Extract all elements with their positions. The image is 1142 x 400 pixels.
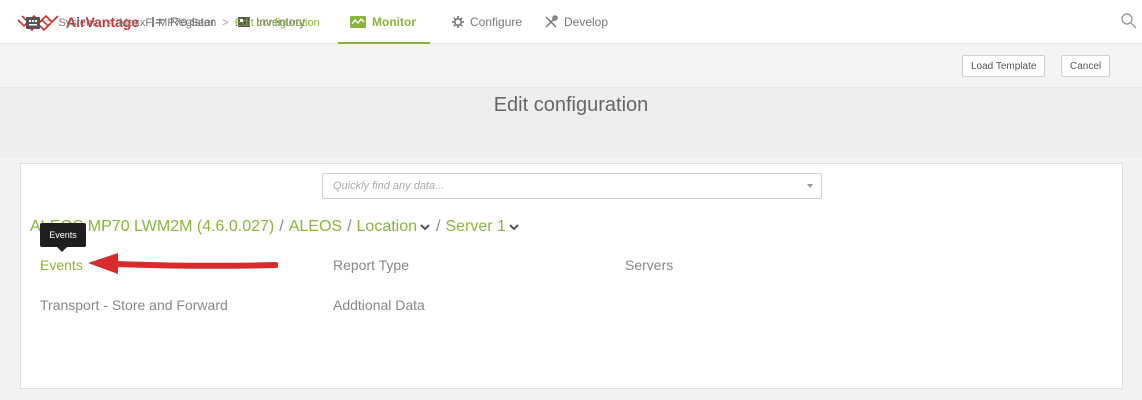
home-icon[interactable] — [26, 17, 40, 29]
list-item-servers[interactable]: Servers — [625, 257, 673, 273]
list-item-transport[interactable]: Transport - Store and Forward — [40, 297, 228, 313]
search-placeholder: Quickly find any data... — [333, 180, 445, 192]
path-location-label: Location — [356, 218, 418, 235]
path-server-label: Server 1 — [445, 218, 506, 235]
breadcrumb-separator: > — [222, 17, 229, 29]
path-server[interactable]: Server 1 — [445, 218, 519, 236]
page-title: Edit configuration — [493, 94, 649, 116]
load-template-button[interactable]: Load Template — [962, 55, 1046, 77]
nav-develop-label: Develop — [564, 15, 609, 29]
list-item-additional-data[interactable]: Addtional Data — [333, 297, 425, 313]
chevron-down-icon[interactable] — [807, 184, 813, 188]
nav-develop[interactable]: Develop — [544, 10, 608, 34]
breadcrumb: > Systems > MaxxFi-MP70-Sean > Edit conf… — [26, 15, 320, 31]
nav-configure-label: Configure — [470, 15, 523, 29]
cancel-button[interactable]: Cancel — [1061, 55, 1111, 77]
path-separator: / — [279, 218, 284, 235]
path-separator: / — [436, 218, 441, 235]
config-path: ALEOS MP70 LWM2M (4.6.0.027) / ALEOS / L… — [30, 215, 520, 239]
nav-monitor-label: Monitor — [372, 15, 416, 29]
path-aleos[interactable]: ALEOS — [289, 218, 342, 236]
events-tooltip: Events — [40, 223, 86, 252]
chevron-down-icon[interactable] — [419, 222, 431, 232]
gear-icon — [452, 16, 464, 28]
nav-monitor[interactable]: Monitor — [350, 10, 416, 34]
search-icon[interactable] — [1120, 12, 1138, 30]
monitor-icon — [350, 16, 366, 28]
annotation-arrow-icon — [88, 253, 278, 274]
breadcrumb-systems[interactable]: Systems — [58, 17, 100, 29]
list-item-report-type[interactable]: Report Type — [333, 257, 409, 273]
breadcrumb-separator: > — [106, 17, 114, 29]
search-input[interactable]: Quickly find any data... — [322, 173, 822, 199]
path-location[interactable]: Location — [357, 218, 432, 236]
nav-configure[interactable]: Configure — [452, 10, 522, 34]
path-separator: / — [347, 218, 352, 235]
tools-icon — [544, 15, 558, 29]
breadcrumb-current: Edit configuration — [234, 17, 320, 29]
breadcrumb-system-name[interactable]: MaxxFi-MP70-Sean — [119, 17, 216, 29]
list-item-events[interactable]: Events — [40, 257, 83, 273]
breadcrumb-separator: > — [46, 17, 53, 29]
chevron-down-icon[interactable] — [508, 222, 520, 232]
